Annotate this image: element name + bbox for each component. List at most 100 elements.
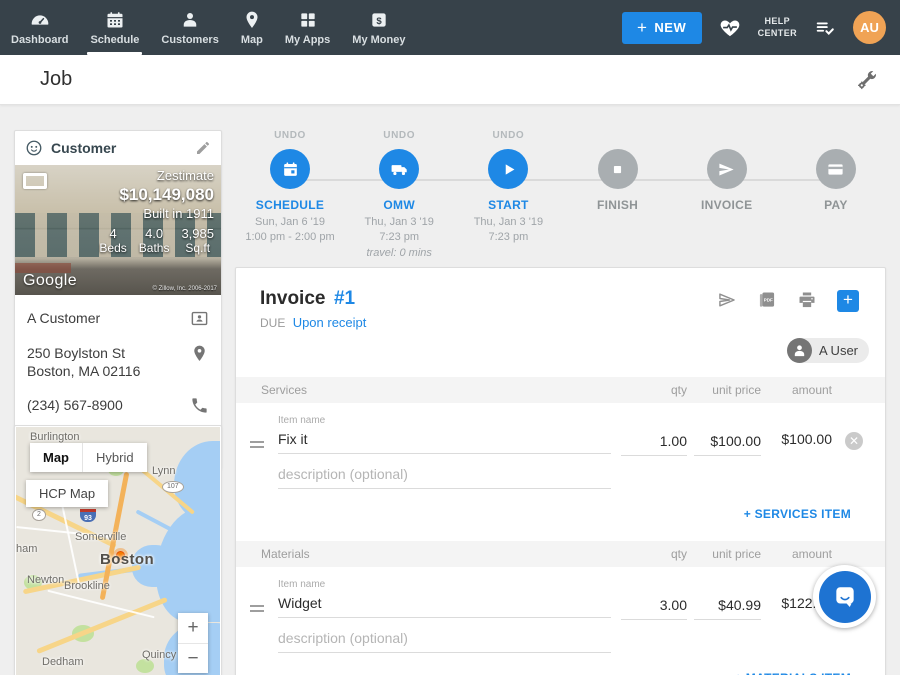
customer-name: A Customer bbox=[27, 309, 100, 327]
hcp-map-button[interactable]: HCP Map bbox=[26, 480, 108, 507]
step-invoice: INVOICE bbox=[677, 130, 777, 267]
map-type-hybrid-button[interactable]: Hybrid bbox=[82, 443, 147, 472]
step-finish: FINISH bbox=[568, 130, 668, 267]
contact-card-icon[interactable] bbox=[190, 309, 209, 328]
nav-item-map[interactable]: Map bbox=[230, 0, 274, 55]
location-pin-icon[interactable] bbox=[190, 344, 209, 363]
nav-item-dashboard[interactable]: Dashboard bbox=[0, 0, 79, 55]
service-description-input[interactable] bbox=[278, 464, 611, 489]
due-terms-link[interactable]: Upon receipt bbox=[293, 315, 367, 330]
amount-column-header: amount bbox=[761, 383, 832, 397]
new-button[interactable]: + NEW bbox=[622, 12, 702, 44]
omw-step-button[interactable] bbox=[379, 149, 419, 189]
health-heart-icon[interactable] bbox=[719, 17, 741, 39]
map-label-somerville: Somerville bbox=[75, 531, 126, 543]
services-header-band: Services qty unit price amount bbox=[236, 377, 885, 403]
built-year: Built in 1911 bbox=[99, 206, 214, 222]
delete-service-item-icon[interactable]: ✕ bbox=[845, 432, 863, 450]
grid-icon bbox=[298, 10, 318, 30]
dollar-icon: $ bbox=[369, 10, 389, 30]
drag-handle[interactable] bbox=[250, 415, 278, 489]
material-qty-input[interactable] bbox=[621, 595, 687, 620]
map-canvas[interactable]: Burlington Lynn 107 2 93 Somerville ham … bbox=[16, 427, 220, 675]
nav-label: Dashboard bbox=[11, 34, 68, 46]
send-invoice-icon[interactable] bbox=[717, 290, 737, 310]
zoom-in-button[interactable]: + bbox=[178, 613, 208, 643]
avatar[interactable]: AU bbox=[853, 11, 886, 44]
help-center-link[interactable]: HELP CENTER bbox=[758, 16, 797, 39]
undo-start-link[interactable]: UNDO bbox=[492, 130, 524, 143]
amount-column-header: amount bbox=[761, 547, 832, 561]
invoice-number[interactable]: #1 bbox=[334, 288, 355, 309]
start-step-button[interactable] bbox=[488, 149, 528, 189]
nav-items: Dashboard Schedule Customers Map My Apps… bbox=[0, 0, 416, 55]
step-dates: Thu, Jan 3 '19 7:23 pm bbox=[474, 215, 543, 246]
service-line-item: Item name $100.00 ✕ bbox=[236, 403, 885, 489]
nav-label: My Money bbox=[352, 34, 405, 46]
step-title[interactable]: START bbox=[488, 198, 529, 212]
mini-map-card: Burlington Lynn 107 2 93 Somerville ham … bbox=[14, 425, 222, 675]
customer-phone: (234) 567-8900 bbox=[27, 396, 123, 414]
map-label-waltham: ham bbox=[16, 543, 37, 555]
new-button-label: NEW bbox=[654, 20, 686, 35]
map-label-quincy: Quincy bbox=[142, 649, 176, 661]
edit-customer-icon[interactable] bbox=[195, 140, 211, 156]
drag-handle[interactable] bbox=[250, 579, 278, 653]
qty-column-header: qty bbox=[621, 547, 687, 561]
material-name-input[interactable] bbox=[278, 593, 611, 618]
fullscreen-icon[interactable] bbox=[23, 173, 47, 189]
add-invoice-item-button[interactable]: + bbox=[837, 290, 859, 312]
step-schedule: UNDO SCHEDULE Sun, Jan 6 '19 1:00 pm - 2… bbox=[240, 130, 340, 267]
material-unit-price-input[interactable] bbox=[694, 595, 761, 620]
svg-text:PDF: PDF bbox=[764, 297, 773, 302]
google-logo: Google bbox=[23, 272, 77, 290]
qty-column-header: qty bbox=[621, 383, 687, 397]
zestimate-overlay: Zestimate $10,149,080 Built in 1911 4Bed… bbox=[99, 168, 214, 255]
step-title[interactable]: SCHEDULE bbox=[256, 198, 324, 212]
beds-label: Beds bbox=[99, 241, 126, 255]
map-type-map-button[interactable]: Map bbox=[30, 443, 82, 472]
step-title[interactable]: OMW bbox=[383, 198, 415, 212]
material-description-input[interactable] bbox=[278, 628, 611, 653]
address-line1: 250 Boylston St bbox=[27, 345, 125, 361]
undo-omw-link[interactable]: UNDO bbox=[383, 130, 415, 143]
service-name-input[interactable] bbox=[278, 429, 611, 454]
service-unit-price-input[interactable] bbox=[694, 431, 761, 456]
print-icon[interactable] bbox=[797, 290, 817, 310]
add-materials-item-link[interactable]: + MATERIALS ITEM bbox=[735, 671, 851, 675]
map-park bbox=[136, 659, 154, 673]
zillow-copyright: © Zillow, Inc. 2006-2017 bbox=[153, 286, 217, 292]
customer-card-title: Customer bbox=[51, 140, 116, 156]
nav-label: Customers bbox=[161, 34, 218, 46]
phone-icon[interactable] bbox=[190, 396, 209, 415]
nav-item-my-apps[interactable]: My Apps bbox=[274, 0, 341, 55]
travel-note: travel: 0 mins bbox=[365, 246, 434, 261]
item-name-label: Item name bbox=[278, 579, 611, 590]
sqft-label: Sq.ft bbox=[185, 241, 210, 255]
undo-schedule-link[interactable]: UNDO bbox=[274, 130, 306, 143]
nav-item-customers[interactable]: Customers bbox=[150, 0, 229, 55]
add-services-item-link[interactable]: + SERVICES ITEM bbox=[744, 507, 851, 521]
checklist-icon[interactable] bbox=[814, 17, 836, 39]
finish-step-button[interactable] bbox=[598, 149, 638, 189]
invoice-step-button[interactable] bbox=[707, 149, 747, 189]
map-label-lynn: Lynn bbox=[152, 465, 175, 477]
add-service-row: + SERVICES ITEM bbox=[236, 489, 885, 541]
schedule-step-button[interactable] bbox=[270, 149, 310, 189]
job-tools-icon[interactable] bbox=[856, 69, 878, 91]
nav-item-my-money[interactable]: $ My Money bbox=[341, 0, 416, 55]
pdf-icon[interactable]: PDF bbox=[757, 290, 777, 310]
pay-step-button[interactable] bbox=[816, 149, 856, 189]
help-line2: CENTER bbox=[758, 28, 797, 39]
section-name: Services bbox=[236, 383, 611, 397]
service-qty-input[interactable] bbox=[621, 431, 687, 456]
section-name: Materials bbox=[236, 547, 611, 561]
chat-bubble-button[interactable] bbox=[813, 565, 876, 628]
customer-address: 250 Boylston St Boston, MA 02116 bbox=[27, 344, 140, 380]
assignee-chip[interactable]: A User bbox=[787, 338, 869, 363]
play-icon bbox=[499, 160, 518, 179]
nav-item-schedule[interactable]: Schedule bbox=[79, 0, 150, 55]
baths-value: 4.0 bbox=[145, 226, 163, 241]
due-label: DUE bbox=[260, 316, 285, 330]
zoom-out-button[interactable]: − bbox=[178, 643, 208, 673]
